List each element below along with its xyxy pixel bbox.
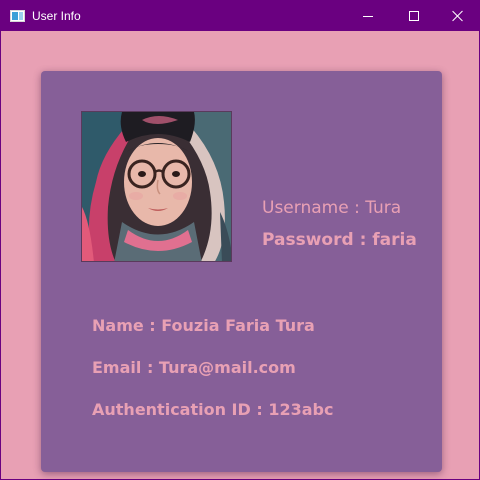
username-text: Username : Tura (262, 198, 402, 218)
close-button[interactable] (435, 1, 480, 31)
close-icon (452, 10, 464, 22)
window-title: User Info (32, 9, 81, 23)
user-info-card: Username : Tura Password : faria Name : … (41, 71, 442, 472)
app-window: User Info Username: Tura Password: far… (0, 0, 480, 480)
title-bar[interactable]: User Info (1, 1, 479, 31)
maximize-button[interactable] (391, 1, 437, 31)
profile-photo (81, 111, 232, 262)
minimize-icon (363, 15, 373, 17)
app-icon (10, 10, 25, 22)
auth-id-text: Authentication ID : 123abc (92, 400, 334, 419)
maximize-icon (409, 11, 419, 21)
user-photo-icon (82, 112, 231, 261)
password-text: Password : faria (262, 230, 417, 250)
email-text: Email : Tura@mail.com (92, 358, 296, 377)
name-text: Name : Fouzia Faria Tura (92, 316, 315, 335)
minimize-button[interactable] (345, 1, 391, 31)
